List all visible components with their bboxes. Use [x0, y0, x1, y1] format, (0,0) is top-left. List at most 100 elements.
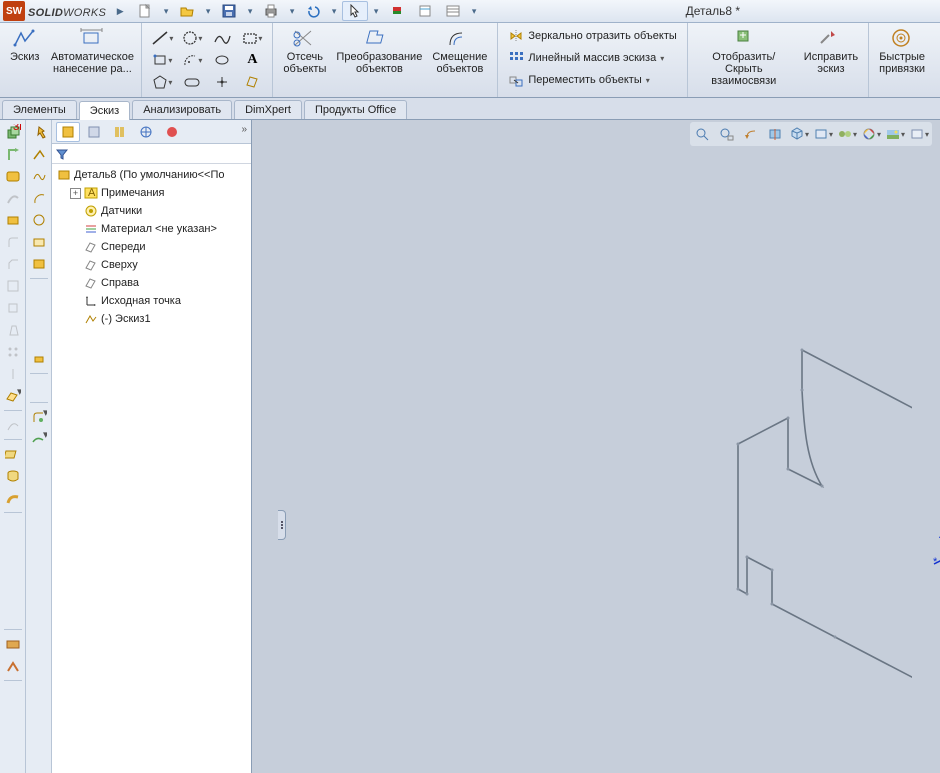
surface-plane-icon[interactable] — [2, 605, 24, 625]
mirror-button[interactable]: Зеркально отразить объекты — [504, 25, 680, 47]
dropdown-arrow-icon[interactable]: ▾ — [202, 6, 214, 17]
mirror-tool-icon[interactable] — [28, 378, 50, 398]
curves-icon[interactable] — [2, 415, 24, 435]
tab-office[interactable]: Продукты Office — [304, 100, 407, 119]
mirror-feature-icon[interactable] — [2, 364, 24, 384]
point-tool[interactable] — [208, 71, 236, 93]
mold-icon[interactable] — [2, 685, 24, 705]
spline-tool-icon[interactable] — [28, 166, 50, 186]
trim-button[interactable]: Отсечь объекты — [279, 25, 330, 77]
weldment-icon[interactable] — [2, 656, 24, 676]
surface-sweep-icon[interactable] — [2, 488, 24, 508]
tab-features[interactable]: Элементы — [2, 100, 77, 119]
plane-tool[interactable] — [238, 71, 266, 93]
dropdown-arrow-icon[interactable]: ▾ — [286, 6, 298, 17]
expand-icon[interactable]: + — [70, 188, 81, 199]
revolve-boss-icon[interactable] — [2, 144, 24, 164]
tree-annotations[interactable]: + A Примечания — [52, 184, 251, 202]
print-button[interactable] — [258, 1, 284, 21]
line-tool-icon[interactable] — [28, 144, 50, 164]
fm-tab-config[interactable] — [108, 122, 132, 142]
fillet-sketch-icon[interactable]: ▾ — [28, 407, 50, 427]
extrude-cut-icon[interactable] — [2, 166, 24, 186]
dropdown-arrow-icon[interactable]: ▾ — [328, 6, 340, 17]
surface-fill-icon[interactable] — [2, 539, 24, 559]
rib-icon[interactable] — [2, 298, 24, 318]
pattern-icon[interactable] — [2, 342, 24, 362]
dropdown-arrow-icon[interactable]: ▾ — [370, 6, 382, 17]
offset-entities-icon[interactable] — [28, 305, 50, 325]
quick-snaps-button[interactable]: Быстрые привязки — [875, 25, 929, 77]
rebuild-button[interactable] — [384, 1, 410, 21]
ref-geom-icon[interactable]: ▾ — [2, 386, 24, 406]
chamfer-icon[interactable] — [2, 254, 24, 274]
collapse-chevron-icon[interactable]: » — [241, 124, 247, 135]
save-button[interactable] — [216, 1, 242, 21]
undo-button[interactable] — [300, 1, 326, 21]
panel-collapse-handle[interactable] — [278, 510, 286, 540]
fm-tab-tree[interactable] — [56, 122, 80, 142]
surface-revolve-icon[interactable] — [2, 466, 24, 486]
line-tool[interactable]: ▾ — [148, 27, 176, 49]
sheetmetal-icon[interactable] — [2, 634, 24, 654]
surface-trim-icon[interactable] — [2, 583, 24, 603]
dropdown-arrow-icon[interactable]: ▾ — [244, 6, 256, 17]
spline-tool[interactable] — [208, 27, 236, 49]
tree-front-plane[interactable]: Спереди — [52, 238, 251, 256]
arc-tool[interactable]: ▾ — [178, 49, 206, 71]
surface-extrude-icon[interactable] — [2, 444, 24, 464]
auto-dimension-button[interactable]: Автоматическое нанесение ра... — [49, 25, 135, 77]
fm-tab-render[interactable] — [160, 122, 184, 142]
open-button[interactable] — [174, 1, 200, 21]
show-hide-relations-button[interactable]: Отобразить/Скрыть взаимосвязи — [694, 25, 794, 89]
move-button[interactable]: Переместить объекты ▾ — [504, 69, 653, 91]
circle-tool[interactable]: ▾ — [178, 27, 206, 49]
rect-corner-tool[interactable]: ▾ — [148, 49, 176, 71]
select-button[interactable] — [342, 1, 368, 21]
linear-pattern-button[interactable]: Линейный массив эскиза ▾ — [504, 47, 668, 69]
shell-icon[interactable] — [2, 276, 24, 296]
slot-tool[interactable] — [178, 71, 206, 93]
tree-origin[interactable]: Исходная точка — [52, 292, 251, 310]
fm-tab-dim[interactable] — [134, 122, 158, 142]
repair-sketch-button[interactable]: Исправить эскиз — [800, 25, 862, 89]
offset-button[interactable]: Смещение объектов — [428, 25, 491, 77]
tree-sketch1[interactable]: (-) Эскиз1 — [52, 310, 251, 328]
polygon-tool[interactable]: ▾ — [148, 71, 176, 93]
text-tool[interactable]: A — [238, 49, 266, 71]
filter-bar[interactable] — [52, 144, 251, 164]
circle-tool-icon[interactable] — [28, 210, 50, 230]
tree-root[interactable]: Деталь8 (По умолчанию<<По — [52, 166, 251, 184]
tab-sketch[interactable]: Эскиз — [79, 101, 130, 120]
options-button[interactable] — [412, 1, 438, 21]
tree-top-plane[interactable]: Сверху — [52, 256, 251, 274]
ellipse-tool[interactable] — [208, 49, 236, 71]
convert-button[interactable]: Преобразование объектов — [334, 25, 424, 77]
tab-evaluate[interactable]: Анализировать — [132, 100, 232, 119]
sketch-button[interactable]: Эскиз — [6, 25, 43, 77]
properties-button[interactable] — [440, 1, 466, 21]
dropdown-arrow-icon[interactable]: ▾ — [160, 6, 172, 17]
fm-tab-property[interactable] — [82, 122, 106, 142]
surface-loft-icon[interactable] — [2, 517, 24, 537]
tree-right-plane[interactable]: Справа — [52, 274, 251, 292]
fillet-icon[interactable] — [2, 232, 24, 252]
tree-material[interactable]: Материал <не указан> — [52, 220, 251, 238]
new-button[interactable] — [132, 1, 158, 21]
arc-tool-icon[interactable] — [28, 188, 50, 208]
tree-sensors[interactable]: Датчики — [52, 202, 251, 220]
graphics-viewport[interactable]: ▾ ▾ ▾ ▾ ▾ ▾ — [252, 120, 940, 773]
tab-dimxpert[interactable]: DimXpert — [234, 100, 302, 119]
extend-tool-icon[interactable] — [28, 349, 50, 369]
draft-icon[interactable] — [2, 320, 24, 340]
rectangle-tool[interactable]: ▾ — [238, 27, 266, 49]
surface-offset-icon[interactable] — [2, 561, 24, 581]
chamfer-sketch-icon[interactable]: ▾ — [28, 429, 50, 449]
sweep-icon[interactable] — [2, 188, 24, 208]
extrude-boss-icon[interactable]: 3D — [2, 122, 24, 142]
select-tool-icon[interactable] — [28, 122, 50, 142]
instant3d-icon[interactable] — [2, 707, 24, 727]
menu-arrow-icon[interactable]: ▶ — [114, 6, 126, 17]
convert-entities-icon[interactable] — [28, 283, 50, 303]
dropdown-arrow-icon[interactable]: ▾ — [468, 6, 480, 17]
